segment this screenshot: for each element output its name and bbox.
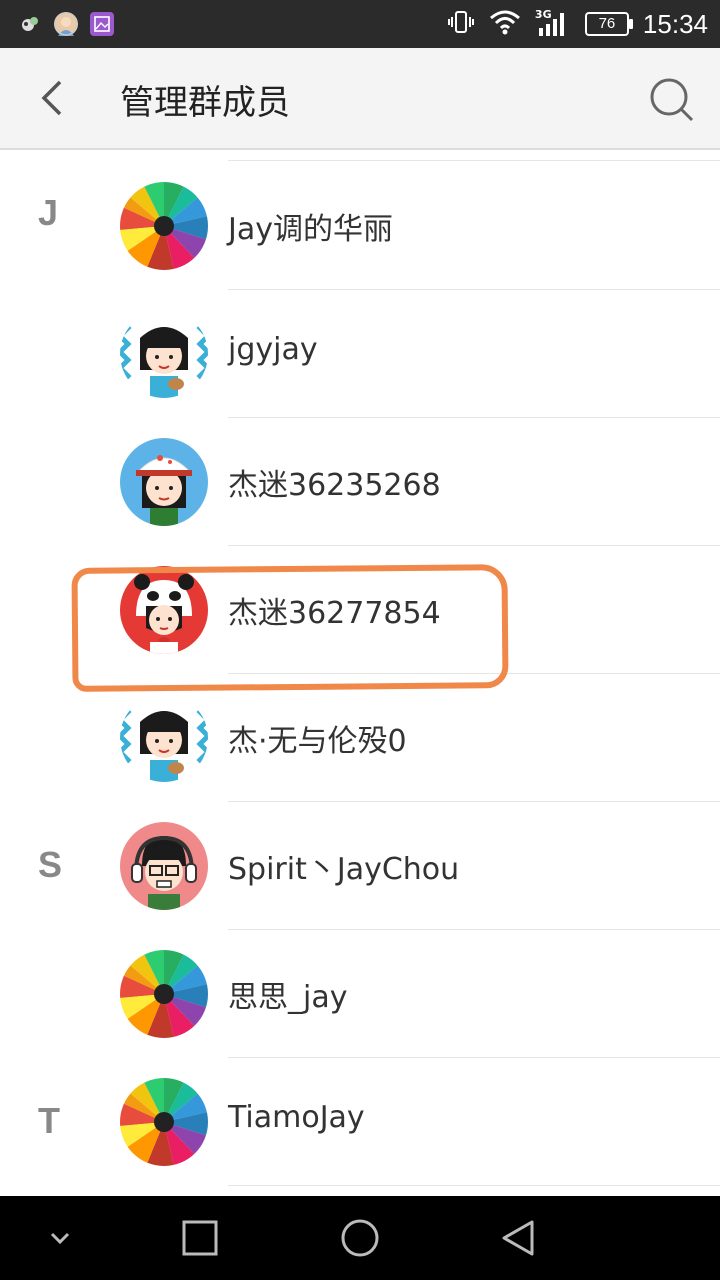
chevron-left-icon: [41, 80, 62, 116]
section-index-letter: S: [38, 844, 63, 885]
section-index-letter: J: [38, 192, 59, 233]
wifi-icon: [489, 8, 521, 40]
search-icon: [650, 78, 694, 122]
member-row[interactable]: 杰迷36235268: [0, 418, 720, 546]
list-divider: [228, 160, 720, 161]
status-bar: 3G 76 15:34: [0, 0, 720, 48]
status-indicators: 3G 76 15:34: [447, 6, 708, 42]
girl-guitar-avatar: [120, 694, 208, 782]
battery-icon: 76: [584, 12, 633, 36]
highlight-annotation: [71, 564, 509, 692]
recents-square-icon[interactable]: [176, 1214, 224, 1262]
member-name: 思思_jay: [228, 980, 348, 1015]
search-button[interactable]: [646, 74, 698, 126]
page-title: 管理群成员: [120, 83, 290, 123]
section-index-letter: T: [38, 1100, 60, 1141]
member-row[interactable]: 思思_jay: [0, 930, 720, 1058]
pencils-avatar: [120, 182, 208, 270]
back-button[interactable]: [28, 74, 76, 122]
vibrate-icon: [447, 8, 475, 40]
pencils-avatar: [120, 950, 208, 1038]
member-row[interactable]: S Spirit丶JayChou: [0, 802, 720, 930]
headphones-boy-avatar: [120, 822, 208, 910]
member-row[interactable]: T TiamoJay: [0, 1058, 720, 1186]
gallery-notification-icon: [90, 12, 114, 36]
notification-icons: [18, 10, 114, 38]
signal-icon: 3G: [535, 8, 571, 38]
app-notification-icon: [18, 12, 42, 36]
member-row[interactable]: 杰·无与伦殁0: [0, 674, 720, 802]
cap-girl-avatar: [120, 438, 208, 526]
app-bar: 管理群成员: [0, 48, 720, 150]
home-circle-icon[interactable]: [336, 1214, 384, 1262]
avatar-notification-icon: [54, 12, 78, 36]
member-name: 杰·无与伦殁0: [228, 724, 407, 759]
member-name: Jay调的华丽: [228, 212, 393, 247]
member-name: Spirit丶JayChou: [228, 852, 460, 887]
member-name: jgyjay: [228, 332, 318, 367]
clock: 15:34: [642, 8, 708, 39]
member-name: TiamoJay: [228, 1100, 365, 1135]
member-name: 杰迷36235268: [228, 468, 441, 503]
pencils-avatar: [120, 1078, 208, 1166]
member-row[interactable]: [0, 1186, 720, 1196]
down-chevron-icon[interactable]: [36, 1214, 84, 1262]
member-row[interactable]: jgyjay: [0, 290, 720, 418]
girl-guitar-avatar: [120, 310, 208, 398]
member-row[interactable]: J Jay调的华丽: [0, 162, 720, 290]
back-triangle-icon[interactable]: [496, 1214, 544, 1262]
navigation-bar: [0, 1196, 720, 1280]
